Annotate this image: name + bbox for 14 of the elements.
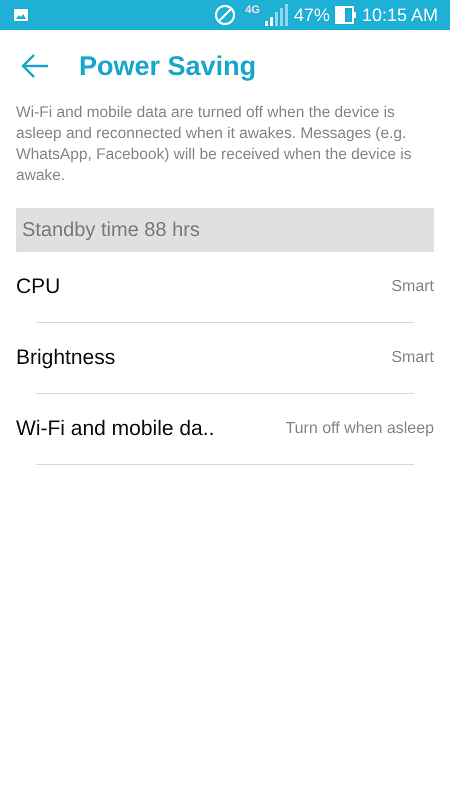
- settings-row[interactable]: CPU Smart: [16, 252, 434, 322]
- standby-banner: Standby time 88 hrs: [16, 208, 434, 252]
- settings-row[interactable]: Wi-Fi and mobile da.. Turn off when asleep: [16, 394, 434, 464]
- network-type: 4G: [245, 4, 260, 16]
- signal-icon: [264, 4, 289, 26]
- settings-row[interactable]: Brightness Smart: [16, 323, 434, 393]
- screen-title: Power Saving: [79, 50, 256, 82]
- description-text: Wi-Fi and mobile data are turned off when the device is asleep and reconnected when it awakes. Messages (e.g. WhatsApp, Facebook) will be received when the device is awake.: [15, 103, 412, 186]
- blocked-icon: [214, 4, 236, 26]
- image-icon: [14, 9, 28, 21]
- clock: 10:15 AM: [362, 4, 438, 26]
- back-icon[interactable]: [21, 54, 49, 78]
- battery-percent: 47%: [294, 4, 330, 26]
- battery-icon: [334, 6, 357, 24]
